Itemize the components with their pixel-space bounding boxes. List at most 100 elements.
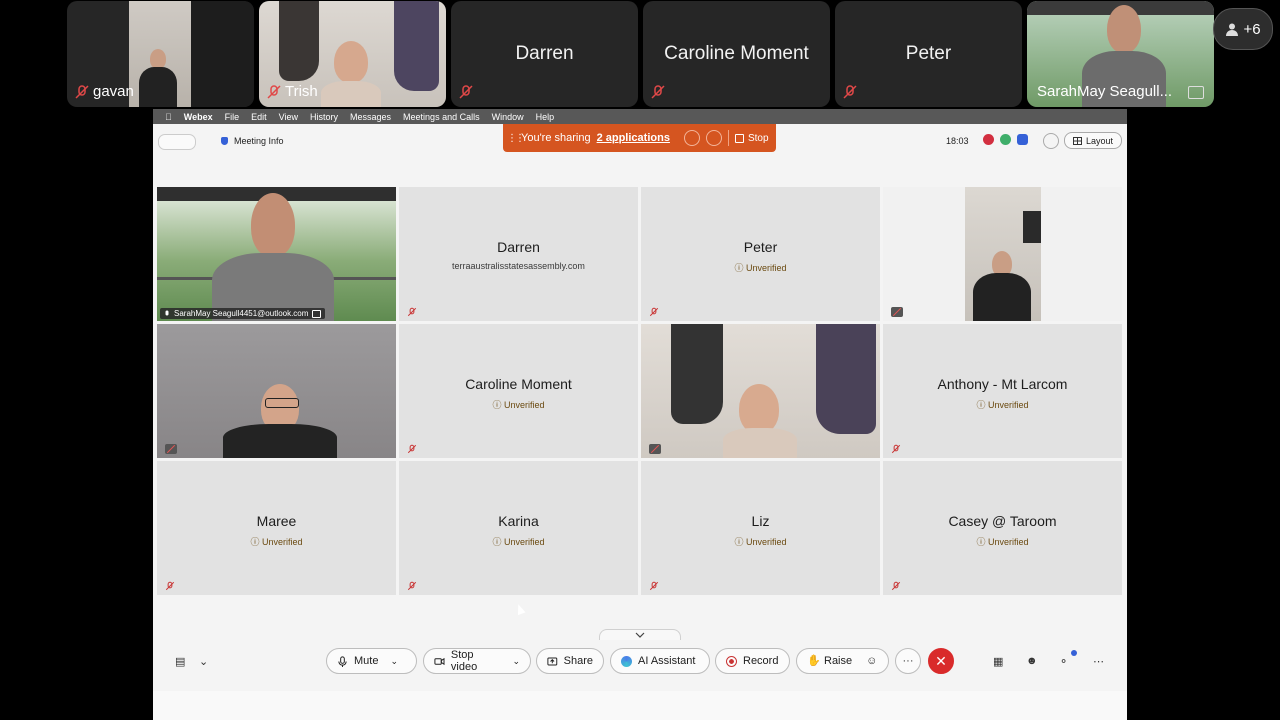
- participant-name: SarahMay Seagull4451@outlook.com: [174, 309, 309, 318]
- participant-grid: SarahMay Seagull4451@outlook.com Darren …: [157, 187, 1122, 595]
- share-label: Share: [563, 655, 593, 667]
- participant-name: SarahMay Seagull...: [1037, 83, 1173, 100]
- zoom-icon[interactable]: [1043, 133, 1059, 149]
- meeting-controls: ▤ ⌄ Mute ⌄ Stop video ⌄ Share AI Assista…: [153, 629, 1127, 681]
- unverified-label: Unverified: [503, 537, 545, 547]
- leave-meeting-button[interactable]: ✕: [928, 648, 954, 674]
- grid-tile-karina[interactable]: Karina ⓘ Unverified: [399, 461, 638, 595]
- hand-icon: ✋: [807, 654, 821, 667]
- share-screen-icon: [547, 656, 558, 666]
- muted-mic-icon: [891, 307, 903, 317]
- menu-history[interactable]: History: [310, 112, 338, 122]
- unverified-label: Unverified: [261, 537, 303, 547]
- ai-assistant-label: AI Assistant: [638, 655, 696, 667]
- filmstrip-tile-peter[interactable]: Peter: [835, 1, 1022, 107]
- participant-name: gavan: [93, 83, 134, 100]
- unverified-label: Unverified: [503, 400, 545, 410]
- stop-video-button[interactable]: Stop video ⌄: [423, 648, 531, 674]
- participants-icon[interactable]: ☻: [1026, 655, 1040, 667]
- drag-handle-icon[interactable]: ⋮⋮: [507, 133, 525, 144]
- webex-window:  Webex File Edit View History Messages …: [153, 109, 1127, 720]
- sharing-apps-link[interactable]: 2 applications: [597, 132, 670, 144]
- calendar-icon[interactable]: [1017, 134, 1028, 145]
- clock: 18:03: [946, 136, 969, 146]
- overflow-menu-icon[interactable]: ⋯: [1093, 655, 1107, 668]
- participant-name: Caroline Moment: [664, 43, 809, 64]
- window-footer: [153, 691, 1127, 720]
- unverified-badge: ⓘ Unverified: [492, 400, 545, 410]
- menu-view[interactable]: View: [279, 112, 298, 122]
- unverified-badge: ⓘ Unverified: [734, 537, 787, 547]
- muted-mic-icon: [843, 85, 857, 99]
- stop-share-button[interactable]: Stop: [734, 133, 769, 144]
- sidebar-toggle-button[interactable]: [158, 134, 196, 150]
- unverified-badge: ⓘ Unverified: [976, 400, 1029, 410]
- menu-edit[interactable]: Edit: [251, 112, 267, 122]
- filmstrip-tile-gavan[interactable]: gavan: [67, 1, 254, 107]
- menu-app-name[interactable]: Webex: [184, 112, 213, 122]
- pause-share-icon[interactable]: [705, 130, 722, 146]
- mic-icon: [165, 310, 169, 315]
- grid-icon: [1072, 136, 1082, 145]
- record-label: Record: [743, 655, 779, 667]
- more-count: +6: [1243, 20, 1261, 38]
- participant-domain: terraaustralisstatesassembly.com: [452, 261, 585, 271]
- filmstrip-tile-trish[interactable]: Trish: [259, 1, 446, 107]
- participant-name: Trish: [285, 83, 318, 100]
- ai-assistant-button[interactable]: AI Assistant: [610, 648, 710, 674]
- apple-icon[interactable]: : [165, 112, 172, 122]
- sharing-icon: [312, 309, 322, 318]
- more-options-button[interactable]: ···: [895, 648, 921, 674]
- more-label: ···: [902, 655, 914, 667]
- apps-icon[interactable]: ▦: [993, 655, 1007, 668]
- muted-mic-icon: [649, 307, 659, 317]
- filmstrip-tile-caroline[interactable]: Caroline Moment: [643, 1, 830, 107]
- layout-button[interactable]: Layout: [1064, 132, 1122, 149]
- unverified-badge: ⓘ Unverified: [250, 537, 303, 547]
- menu-messages[interactable]: Messages: [350, 112, 391, 122]
- chevron-down-icon[interactable]: ⌄: [199, 655, 213, 668]
- collapse-controls-handle[interactable]: [599, 629, 681, 640]
- divider: [727, 130, 729, 146]
- filmstrip-tile-darren[interactable]: Darren: [451, 1, 638, 107]
- filmstrip-tile-sarahmay[interactable]: SarahMay Seagull...: [1027, 1, 1214, 107]
- chat-icon[interactable]: ⚬: [1059, 655, 1073, 668]
- record-icon: [726, 655, 737, 667]
- notification-dot: [1071, 650, 1077, 656]
- grid-tile-peter[interactable]: Peter ⓘ Unverified: [641, 187, 880, 321]
- menu-window[interactable]: Window: [492, 112, 524, 122]
- meeting-info-button[interactable]: Meeting Info: [221, 136, 284, 146]
- participant-video: [157, 187, 396, 321]
- chevron-down-icon[interactable]: ⌄: [512, 656, 520, 667]
- raise-hand-button[interactable]: ✋ Raise ☺: [796, 648, 889, 674]
- ai-assistant-icon: [621, 655, 632, 667]
- grid-tile-trish[interactable]: [641, 324, 880, 458]
- participant-name-tag: SarahMay Seagull4451@outlook.com: [160, 308, 326, 319]
- reactions-icon[interactable]: ☺: [866, 655, 877, 667]
- share-settings-icon[interactable]: [683, 130, 700, 146]
- more-participants-button[interactable]: +6: [1213, 8, 1273, 50]
- chevron-down-icon[interactable]: ⌄: [390, 656, 398, 667]
- mute-button[interactable]: Mute ⌄: [326, 648, 417, 674]
- unverified-badge: ⓘ Unverified: [976, 537, 1029, 547]
- meeting-info-label: Meeting Info: [234, 136, 284, 146]
- grid-tile-gavan[interactable]: [883, 187, 1122, 321]
- share-button[interactable]: Share: [536, 648, 604, 674]
- grid-tile-darren[interactable]: Darren terraaustralisstatesassembly.com: [399, 187, 638, 321]
- captions-icon[interactable]: ▤: [175, 655, 189, 668]
- grid-tile-sarahmay[interactable]: SarahMay Seagull4451@outlook.com: [157, 187, 396, 321]
- muted-mic-icon: [407, 307, 417, 317]
- muted-mic-icon: [891, 581, 901, 591]
- grid-tile-liz[interactable]: Liz ⓘ Unverified: [641, 461, 880, 595]
- chevron-down-icon: [635, 632, 645, 638]
- grid-tile-anthony[interactable]: Anthony - Mt Larcom ⓘ Unverified: [883, 324, 1122, 458]
- raise-label: Raise: [824, 655, 853, 667]
- grid-tile-maree[interactable]: Maree ⓘ Unverified: [157, 461, 396, 595]
- grid-tile-video-participant[interactable]: [157, 324, 396, 458]
- grid-tile-caroline[interactable]: Caroline Moment ⓘ Unverified: [399, 324, 638, 458]
- menu-meetings-and-calls[interactable]: Meetings and Calls: [403, 112, 480, 122]
- record-button[interactable]: Record: [715, 648, 790, 674]
- menu-help[interactable]: Help: [536, 112, 555, 122]
- menu-file[interactable]: File: [225, 112, 240, 122]
- grid-tile-casey[interactable]: Casey @ Taroom ⓘ Unverified: [883, 461, 1122, 595]
